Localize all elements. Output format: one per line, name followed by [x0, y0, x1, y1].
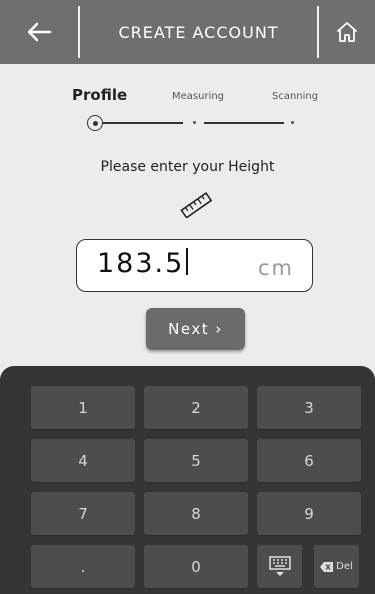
key-7[interactable]: 7 [31, 492, 135, 535]
step-connector [103, 122, 183, 124]
back-button[interactable] [0, 0, 78, 64]
step-measuring-indicator [193, 121, 196, 124]
backspace-icon [320, 561, 334, 572]
step-measuring-label: Measuring [172, 91, 225, 102]
key-5[interactable]: 5 [144, 439, 248, 482]
header: CREATE ACCOUNT [0, 0, 375, 64]
key-6[interactable]: 6 [257, 439, 361, 482]
height-unit: cm [257, 256, 294, 280]
home-icon [337, 22, 357, 42]
delete-button[interactable]: Del [314, 545, 359, 588]
key-1[interactable]: 1 [31, 386, 135, 429]
key-8[interactable]: 8 [144, 492, 248, 535]
step-profile-label: Profile [72, 86, 128, 104]
key-4[interactable]: 4 [31, 439, 135, 482]
height-value: 183.5 [97, 248, 188, 279]
key-0[interactable]: 0 [144, 545, 248, 588]
key-3[interactable]: 3 [257, 386, 361, 429]
height-input[interactable]: 183.5 cm [76, 239, 313, 292]
home-button[interactable] [319, 0, 375, 64]
page-title: CREATE ACCOUNT [118, 22, 279, 42]
back-arrow-icon [27, 22, 52, 42]
height-prompt: Please enter your Height [100, 159, 275, 175]
keyboard-hide-icon [268, 555, 291, 576]
key-decimal[interactable]: . [31, 545, 135, 588]
step-scanning-indicator [291, 121, 294, 124]
step-scanning-label: Scanning [272, 91, 319, 102]
delete-label: Del [336, 561, 353, 572]
step-connector [204, 122, 284, 124]
key-9[interactable]: 9 [257, 492, 361, 535]
next-button[interactable]: Next › [146, 308, 245, 350]
hide-keyboard-button[interactable] [257, 545, 302, 588]
step-profile-indicator [87, 115, 103, 131]
text-caret [186, 248, 188, 275]
key-2[interactable]: 2 [144, 386, 248, 429]
ruler-icon [180, 192, 213, 218]
